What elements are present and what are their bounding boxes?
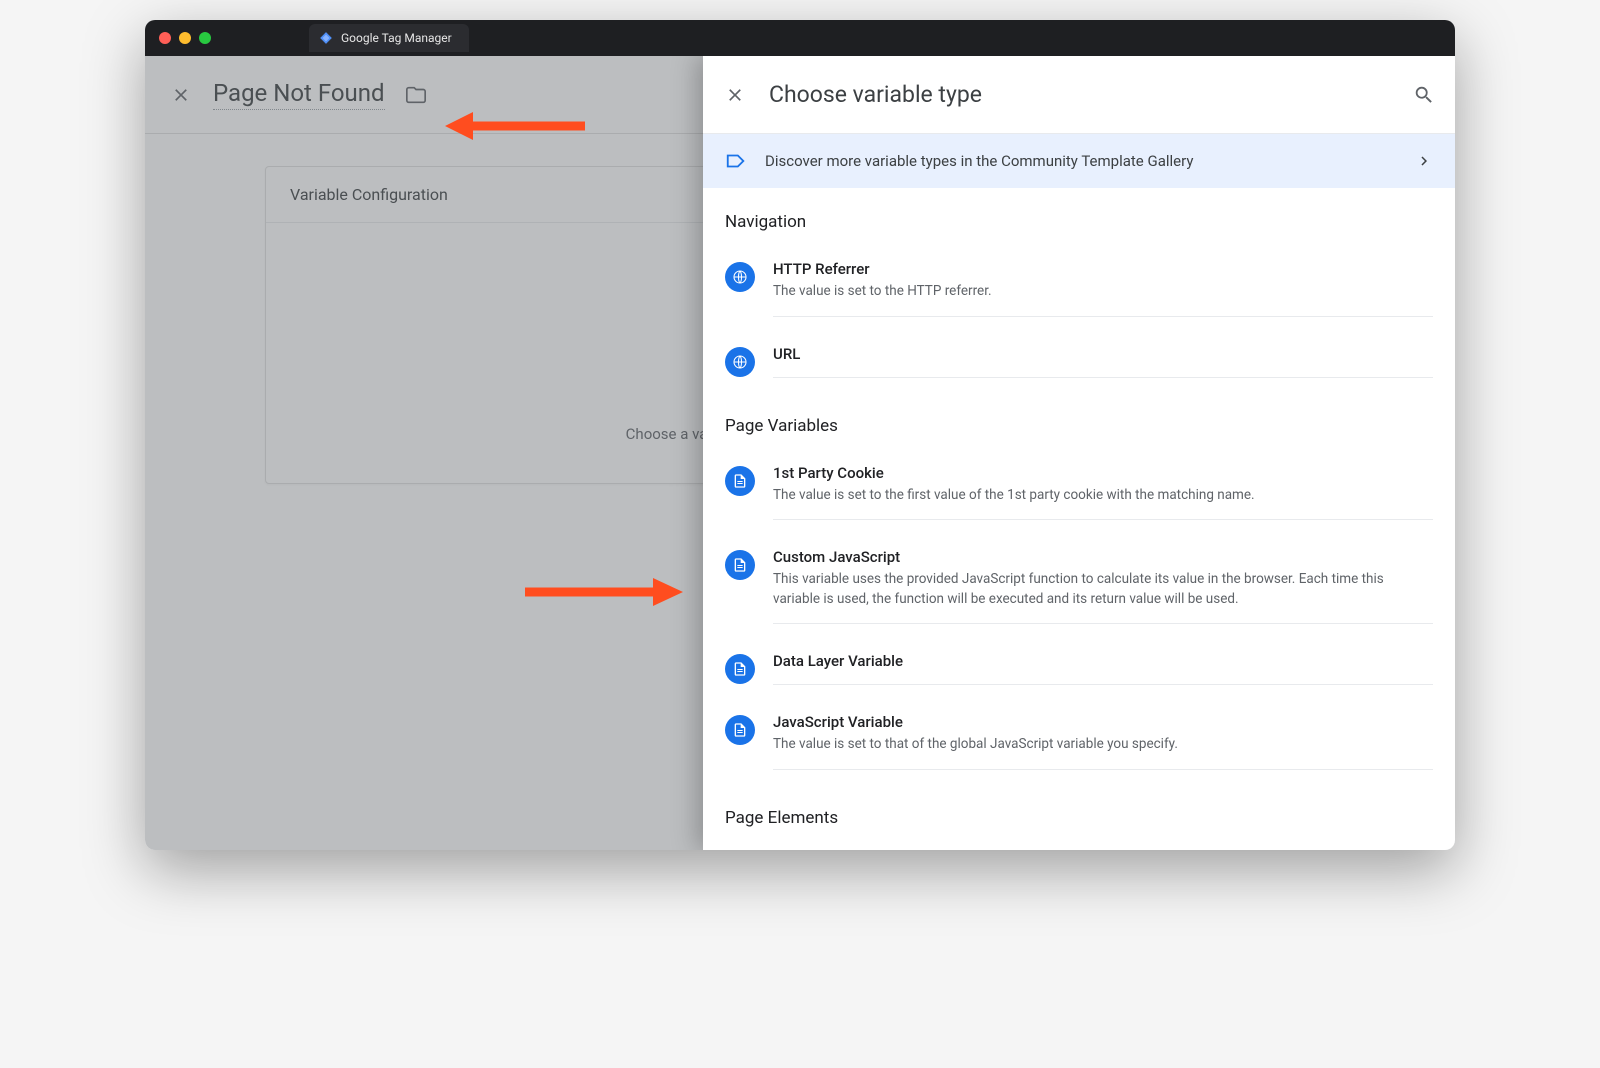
variable-type-name: Custom JavaScript xyxy=(773,548,1433,566)
community-gallery-banner[interactable]: Discover more variable types in the Comm… xyxy=(703,134,1455,188)
close-window-button[interactable] xyxy=(159,32,171,44)
gtm-icon xyxy=(319,31,333,45)
variable-type-option[interactable]: JavaScript Variable The value is set to t… xyxy=(703,699,1455,784)
document-icon xyxy=(725,654,755,684)
variable-type-name: JavaScript Variable xyxy=(773,713,1433,731)
document-icon xyxy=(725,466,755,496)
variable-type-body: HTTP Referrer The value is set to the HTT… xyxy=(773,260,1433,317)
globe-icon xyxy=(725,347,755,377)
variable-type-name: HTTP Referrer xyxy=(773,260,1433,278)
variable-type-name: 1st Party Cookie xyxy=(773,464,1433,482)
variable-type-desc: The value is set to the HTTP referrer. xyxy=(773,282,1433,302)
variable-type-body: JavaScript Variable The value is set to t… xyxy=(773,713,1433,770)
document-icon xyxy=(725,715,755,745)
browser-window: Google Tag Manager Page Not Found Variab… xyxy=(145,20,1455,850)
chevron-right-icon xyxy=(1415,152,1433,170)
search-button[interactable] xyxy=(1413,84,1435,106)
variable-type-desc: The value is set to that of the global J… xyxy=(773,735,1433,755)
variable-type-option[interactable]: HTTP Referrer The value is set to the HTT… xyxy=(703,246,1455,331)
maximize-window-button[interactable] xyxy=(199,32,211,44)
panel-title: Choose variable type xyxy=(769,81,1391,108)
variable-type-name: Data Layer Variable xyxy=(773,652,1433,670)
search-icon xyxy=(1413,84,1435,106)
tab-title: Google Tag Manager xyxy=(341,31,452,45)
variable-type-body: Custom JavaScript This variable uses the … xyxy=(773,548,1433,624)
window-controls xyxy=(159,32,211,44)
variable-type-body: URL xyxy=(773,345,1433,378)
variable-type-body: 1st Party Cookie The value is set to the … xyxy=(773,464,1433,521)
minimize-window-button[interactable] xyxy=(179,32,191,44)
panel-header: Choose variable type xyxy=(703,56,1455,134)
app-viewport: Page Not Found Variable Configuration Ch… xyxy=(145,56,1455,850)
variable-type-option[interactable]: Data Layer Variable xyxy=(703,638,1455,699)
variable-type-desc: This variable uses the provided JavaScri… xyxy=(773,570,1433,609)
section-title: Navigation xyxy=(703,188,1455,246)
variable-type-desc: The value is set to the first value of t… xyxy=(773,486,1433,506)
section-title: Page Elements xyxy=(703,784,1455,842)
globe-icon xyxy=(725,262,755,292)
variable-type-body: Data Layer Variable xyxy=(773,652,1433,685)
variable-type-panel: Choose variable type Discover more varia… xyxy=(703,56,1455,850)
titlebar: Google Tag Manager xyxy=(145,20,1455,56)
close-icon xyxy=(725,85,745,105)
variable-type-name: URL xyxy=(773,345,1433,363)
section-title: Page Variables xyxy=(703,392,1455,450)
panel-scroll[interactable]: Navigation HTTP Referrer The value is set … xyxy=(703,188,1455,850)
variable-type-option[interactable]: URL xyxy=(703,331,1455,392)
variable-type-option[interactable]: 1st Party Cookie The value is set to the … xyxy=(703,450,1455,535)
banner-text: Discover more variable types in the Comm… xyxy=(765,152,1397,170)
browser-tab[interactable]: Google Tag Manager xyxy=(309,24,469,52)
variable-type-option[interactable]: Custom JavaScript This variable uses the … xyxy=(703,534,1455,638)
close-panel-button[interactable] xyxy=(723,83,747,107)
document-icon xyxy=(725,550,755,580)
tag-icon xyxy=(725,150,747,172)
